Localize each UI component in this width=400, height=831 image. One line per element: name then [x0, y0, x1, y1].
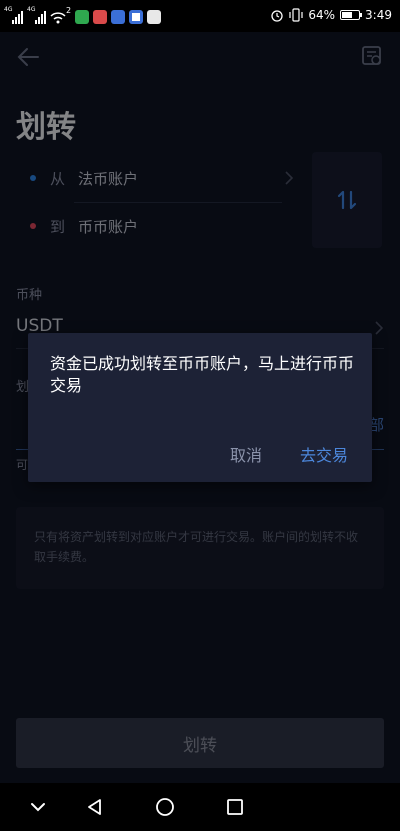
gallery-app-icon — [147, 10, 162, 24]
nav-recents-square-icon[interactable] — [225, 797, 245, 817]
notification-app-icon — [93, 10, 108, 24]
wifi-badge: 2 — [66, 6, 72, 15]
baidu-app-icon — [111, 10, 126, 24]
battery-icon — [340, 10, 363, 20]
battery-percent: 64% — [308, 8, 336, 22]
dialog-go-trade-button[interactable]: 去交易 — [300, 442, 348, 466]
battery-level-fill — [342, 12, 353, 18]
alarm-icon — [271, 10, 284, 22]
nav-home-circle-icon[interactable] — [155, 797, 175, 817]
wifi-icon — [50, 12, 66, 24]
sim2-network-tag: 4G — [27, 6, 36, 13]
nav-back-triangle-icon[interactable] — [85, 797, 105, 817]
dialog-cancel-button[interactable]: 取消 — [230, 442, 262, 466]
sim2-signal-icon: 4G — [27, 6, 46, 24]
transfer-success-dialog: 资金已成功划转至币币账户，马上进行币币交易 取消 去交易 — [28, 333, 372, 482]
clock: 3:49 — [365, 8, 392, 22]
vibrate-icon — [289, 8, 303, 22]
sim1-signal-icon: 4G — [4, 6, 23, 24]
browser-app-icon — [129, 10, 144, 24]
dialog-message: 资金已成功划转至币币账户，马上进行币币交易 — [50, 354, 355, 395]
sim1-network-tag: 4G — [4, 6, 13, 13]
status-bar: 4G 4G 2 64% 3:49 — [0, 0, 400, 32]
wechat-app-icon — [75, 10, 90, 24]
nav-collapse-chevron-icon[interactable] — [28, 797, 48, 817]
system-nav-bar — [0, 783, 400, 831]
